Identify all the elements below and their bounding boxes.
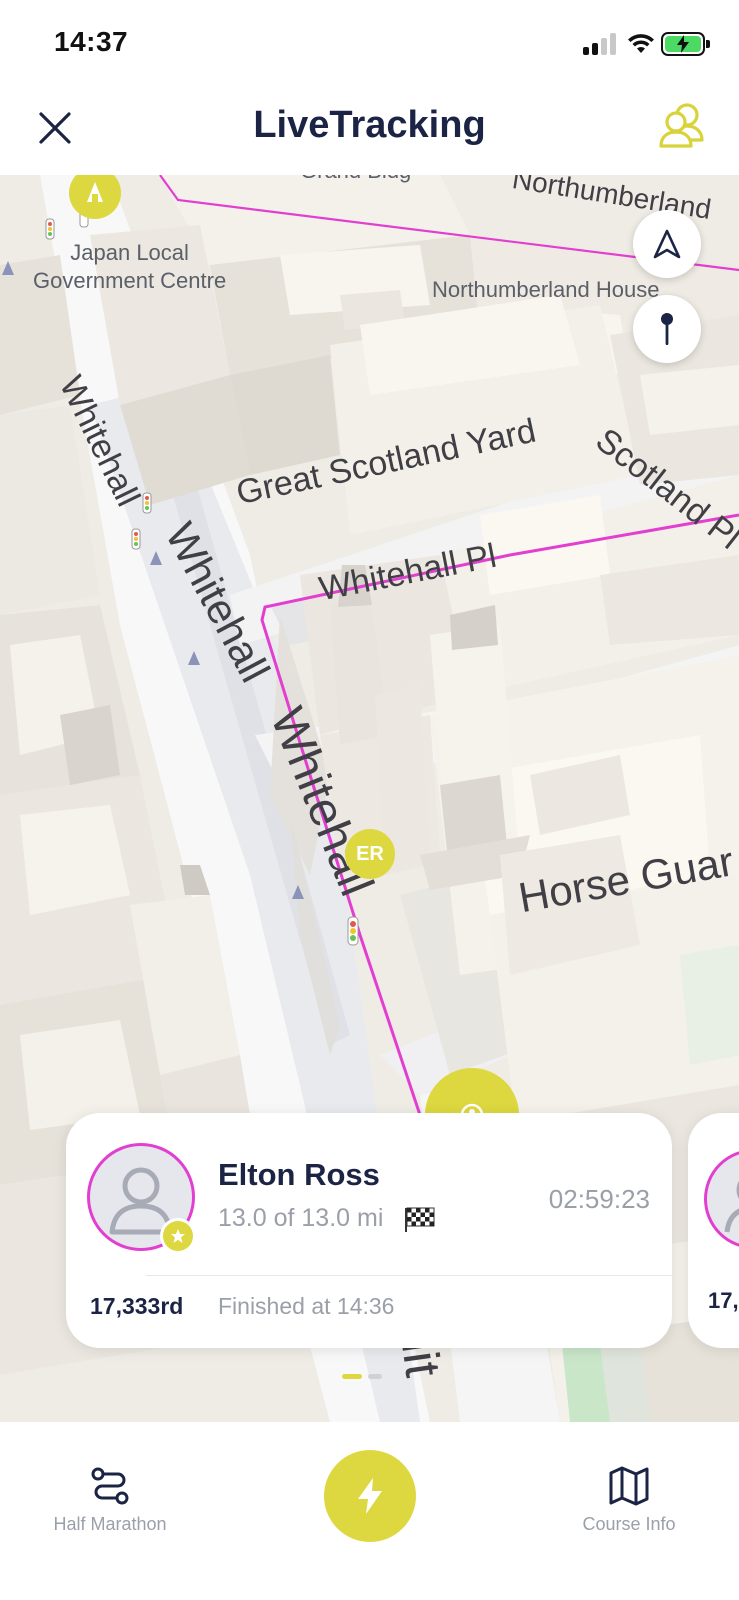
runner-card[interactable]: Elton Ross 13.0 of 13.0 mi 02:59:23 17,3… [66, 1113, 672, 1348]
location-pin-button[interactable] [633, 295, 701, 363]
lightning-icon [358, 1478, 382, 1514]
next-runner-position: 17,3 [708, 1288, 739, 1313]
map-icon [609, 1466, 649, 1506]
recenter-navigation-button[interactable] [633, 210, 701, 278]
wifi-icon [628, 34, 654, 53]
traffic-light-1 [45, 218, 55, 240]
runner-name: Elton Ross [218, 1157, 380, 1192]
runner-distance: 13.0 of 13.0 mi [218, 1204, 384, 1232]
runner-elapsed-time: 02:59:23 [548, 1184, 650, 1214]
card-divider [146, 1275, 672, 1276]
app-header: LiveTracking [0, 88, 739, 175]
live-tracking-button[interactable] [324, 1450, 416, 1542]
page-title: LiveTracking [253, 104, 486, 146]
nav-course-info-label: Course Info [582, 1514, 676, 1534]
status-time: 14:37 [54, 26, 129, 57]
battery-icon [661, 32, 710, 56]
checkered-flag-icon [405, 1207, 435, 1232]
map-label-grand-bldg: Grand Bldg [300, 175, 411, 185]
favourite-star-icon [160, 1218, 196, 1254]
bottom-navigation: Half Marathon Course Info [0, 1422, 739, 1600]
nav-half-marathon-label: Half Marathon [53, 1514, 167, 1534]
runner-marker[interactable]: ER [345, 829, 395, 879]
runner-status: Finished at 14:36 [218, 1293, 395, 1319]
map-label-japan-centre: Japan Local Government Centre [33, 240, 227, 293]
pager-dot-active [342, 1374, 362, 1379]
pin-icon [661, 313, 673, 345]
route-icon [91, 1467, 129, 1505]
next-runner-card[interactable]: 17,3 [688, 1113, 739, 1348]
friends-icon[interactable] [657, 102, 707, 148]
cellular-signal-icon [583, 33, 617, 55]
map-label-northumberland-house: Northumberland House [432, 277, 660, 302]
navigation-arrow-icon [653, 229, 681, 259]
status-bar: 14:37 [0, 0, 739, 88]
pager-dot [368, 1374, 382, 1379]
next-runner-avatar [704, 1149, 739, 1249]
runner-position: 17,333rd [90, 1293, 184, 1319]
